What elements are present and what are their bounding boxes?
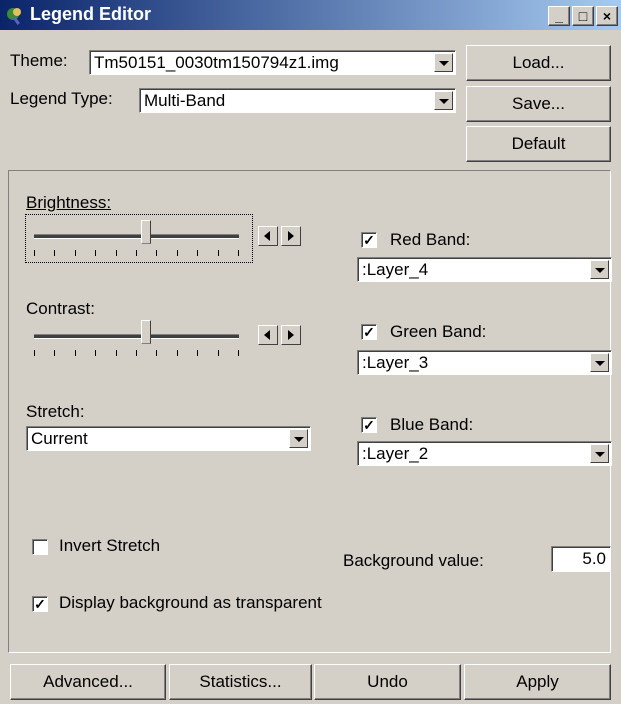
red-band-value: :Layer_4 [362,260,429,279]
contrast-tick [136,350,137,356]
green-band-value: :Layer_3 [362,353,429,372]
brightness-tick [136,250,137,256]
green-band-checkbox[interactable]: ✓ [361,324,377,340]
contrast-tick [177,350,178,356]
chevron-down-icon[interactable] [434,53,453,72]
brightness-label: Brightness: [26,193,112,212]
brightness-slider[interactable] [34,220,244,260]
contrast-tick [34,350,35,356]
brightness-tick [34,250,35,256]
chevron-down-icon[interactable] [289,429,308,448]
contrast-tick [75,350,76,356]
red-band-checkbox[interactable]: ✓ [361,232,377,248]
blue-band-checkbox[interactable]: ✓ [361,417,377,433]
legend-editor-icon [7,8,21,25]
background-value-label: Background value: [343,551,484,570]
brightness-tick [156,250,157,256]
contrast-tick [156,350,157,356]
background-value-input[interactable]: 5.0 [551,546,611,572]
blue-band-select[interactable]: :Layer_2 [357,441,612,466]
contrast-label: Contrast: [26,299,95,318]
green-band-select[interactable]: :Layer_3 [357,350,612,375]
title-bar[interactable]: Legend Editor _ □ × [0,0,621,30]
brightness-increase-button[interactable] [281,226,301,246]
window-title: Legend Editor [30,4,151,24]
brightness-decrease-button[interactable] [258,226,278,246]
brightness-thumb[interactable] [141,220,151,244]
brightness-tick [197,250,198,256]
contrast-track [34,334,239,339]
blue-band-label: Blue Band: [390,415,474,434]
load-button[interactable]: Load... [466,45,611,81]
contrast-tick [218,350,219,356]
brightness-tick [95,250,96,256]
minimize-button[interactable]: _ [548,6,570,26]
maximize-button[interactable]: □ [572,6,594,26]
contrast-tick [238,350,239,356]
contrast-tick [116,350,117,356]
legend-type-value: Multi-Band [144,91,226,110]
contrast-tick [54,350,55,356]
chevron-down-icon[interactable] [590,353,609,372]
brightness-tick [54,250,55,256]
contrast-increase-button[interactable] [281,325,301,345]
brightness-tick [238,250,239,256]
chevron-down-icon[interactable] [434,91,453,110]
contrast-tick [95,350,96,356]
display-transparent-checkbox[interactable]: ✓ [32,596,48,612]
stretch-label: Stretch: [26,402,85,421]
legend-type-select[interactable]: Multi-Band [139,88,456,113]
stretch-select[interactable]: Current [26,426,311,451]
green-band-label: Green Band: [390,322,487,341]
display-transparent-label: Display background as transparent [59,593,322,612]
brightness-track [34,234,239,239]
red-band-select[interactable]: :Layer_4 [357,257,612,282]
contrast-decrease-button[interactable] [258,325,278,345]
theme-label: Theme: [10,51,68,70]
advanced-button[interactable]: Advanced... [10,664,166,700]
brightness-tick [218,250,219,256]
legend-editor-window: Legend Editor _ □ × Theme: Tm50151_0030t… [0,0,621,704]
chevron-down-icon[interactable] [590,260,609,279]
legend-type-label: Legend Type: [10,89,113,108]
statistics-button[interactable]: Statistics... [169,664,312,700]
red-band-label: Red Band: [390,230,471,249]
stretch-value: Current [31,429,88,448]
invert-stretch-checkbox[interactable] [32,539,48,555]
chevron-down-icon[interactable] [590,444,609,463]
theme-value: Tm50151_0030tm150794z1.img [94,53,339,72]
contrast-tick [197,350,198,356]
close-button[interactable]: × [596,6,618,26]
contrast-slider[interactable] [34,320,244,360]
contrast-thumb[interactable] [141,320,151,344]
save-button[interactable]: Save... [466,86,611,122]
undo-button[interactable]: Undo [314,664,461,700]
apply-button[interactable]: Apply [464,664,611,700]
brightness-tick [116,250,117,256]
theme-select[interactable]: Tm50151_0030tm150794z1.img [89,50,456,75]
brightness-tick [177,250,178,256]
default-button[interactable]: Default [466,126,611,162]
brightness-tick [75,250,76,256]
blue-band-value: :Layer_2 [362,444,429,463]
invert-stretch-label: Invert Stretch [59,536,161,555]
